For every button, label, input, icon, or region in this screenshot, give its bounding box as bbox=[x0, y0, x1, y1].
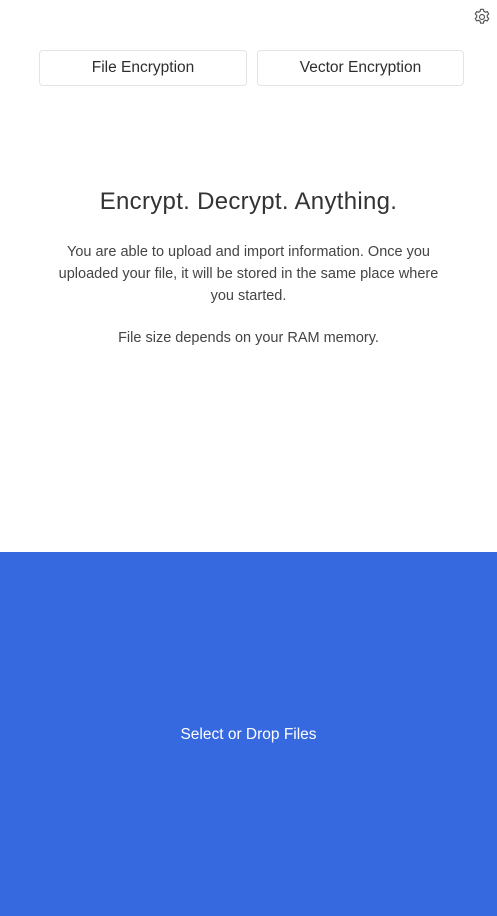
encryption-mode-tabs: File Encryption Vector Encryption bbox=[39, 50, 464, 86]
tab-file-encryption[interactable]: File Encryption bbox=[39, 50, 247, 86]
app-page: File Encryption Vector Encryption Encryp… bbox=[0, 0, 497, 916]
dropzone-label: Select or Drop Files bbox=[180, 726, 317, 743]
file-dropzone[interactable]: Select or Drop Files bbox=[0, 552, 497, 916]
gear-icon[interactable] bbox=[472, 7, 492, 27]
hero-section: Encrypt. Decrypt. Anything. You are able… bbox=[0, 186, 497, 349]
page-title: Encrypt. Decrypt. Anything. bbox=[99, 188, 398, 215]
description-text: You are able to upload and import inform… bbox=[58, 244, 439, 304]
file-size-note: File size depends on your RAM memory. bbox=[118, 330, 379, 346]
tab-vector-encryption[interactable]: Vector Encryption bbox=[257, 50, 464, 86]
